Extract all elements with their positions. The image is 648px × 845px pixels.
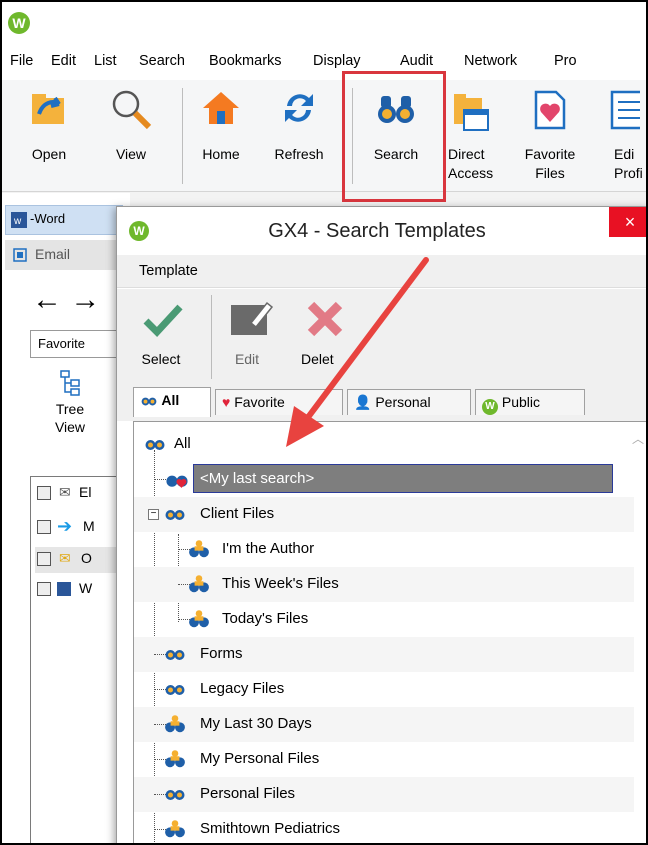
binoculars-icon [165,685,185,695]
tab-personal[interactable]: 👤 Personal [347,389,471,415]
favorite-files-button[interactable]: Favorite Files [518,80,582,190]
title-bar: W [2,2,646,44]
binoculars-icon [145,440,165,450]
email-icon [13,248,27,262]
tree-item-legacy-files[interactable]: Legacy Files [134,672,634,707]
toolbar-separator [211,295,212,379]
home-icon [203,92,239,124]
menu-pro[interactable]: Pro [554,53,577,69]
application-window: W File Edit List Search Bookmarks Displa… [0,0,648,845]
menu-search[interactable]: Search [139,53,185,69]
selected-row: <My last search> [193,464,613,493]
binoculars-icon [165,510,185,520]
tree-view-button[interactable]: Tree View [40,370,100,436]
menu-network[interactable]: Network [464,53,517,69]
menu-file[interactable]: File [10,53,33,69]
personal-search-icon [189,610,209,628]
binoculars-icon [165,650,185,660]
menu-bookmarks[interactable]: Bookmarks [209,53,282,69]
tree-item-this-weeks-files[interactable]: This Week's Files [134,567,634,602]
tree-item-smithtown-pediatrics[interactable]: Smithtown Pediatrics [134,812,634,843]
tree-item-todays-files[interactable]: Today's Files [134,602,634,637]
edit-icon [231,301,273,335]
list-item[interactable]: ✉ O [35,547,125,573]
dialog-title-bar: W GX4 - Search Templates × [117,207,646,255]
menu-audit[interactable]: Audit [400,53,433,69]
file-list: ✉ El ➔ M ✉ O W [30,476,130,843]
dialog-title: GX4 - Search Templates [268,220,486,242]
magnifier-icon [112,90,152,130]
tree-item-all[interactable]: All [134,427,634,462]
refresh-button[interactable]: Refresh [262,80,336,190]
tree-item-client-files[interactable]: − Client Files [134,497,634,532]
dialog-tabs: All ♥ Favorite 👤 Personal W Public [117,381,646,421]
personal-search-icon [165,715,185,733]
svg-text:w: w [13,216,22,227]
personal-search-icon [165,750,185,768]
checkmark-icon [143,304,183,338]
list-item[interactable]: W [35,577,125,603]
profile-icon [610,90,640,130]
personal-search-icon [189,575,209,593]
home-button[interactable]: Home [194,80,248,190]
delete-x-icon [307,301,343,337]
navigation-arrows[interactable]: ← → [32,285,100,315]
menu-bar: File Edit List Search Bookmarks Display … [2,44,646,80]
tab-public[interactable]: W Public [475,389,585,415]
close-button[interactable]: × [609,207,646,237]
folder-window-icon [454,94,489,131]
list-item[interactable]: ✉ El [35,481,125,507]
view-button[interactable]: View [106,80,156,190]
tree-item-my-last-search[interactable]: <My last search> [134,462,634,497]
tab-all[interactable]: All [133,387,211,417]
menu-display[interactable]: Display [313,53,361,69]
tree-view-label: Tree View [54,401,86,435]
select-button[interactable]: Select [131,289,191,379]
email-tab[interactable]: Email [5,240,123,270]
search-highlight-box [342,71,446,202]
menu-list[interactable]: List [94,53,117,69]
menu-template[interactable]: Template [139,263,198,279]
public-icon: W [482,399,498,415]
ribbon-separator [182,88,183,184]
tree-view-icon [60,370,80,396]
direct-access-button[interactable]: Direct Access [442,80,498,190]
search-templates-dialog: W GX4 - Search Templates × Template Sele… [116,206,646,843]
tree-item-im-the-author[interactable]: I'm the Author [134,532,634,567]
tree-item-forms[interactable]: Forms [134,637,634,672]
tree-item-my-personal-files[interactable]: My Personal Files [134,742,634,777]
document-tab-label: -Word [30,211,66,226]
open-folder-icon [32,94,64,124]
person-icon: 👤 [354,394,372,410]
open-button[interactable]: Open [24,80,74,190]
email-tab-label: Email [35,246,71,262]
document-tab[interactable]: w -Word [5,205,123,235]
collapse-icon[interactable]: − [148,509,159,520]
personal-search-icon [165,820,185,838]
template-tree: ︿ All <My last search> − Client Files I'… [133,421,646,843]
menu-edit[interactable]: Edit [51,53,76,69]
favorite-file-icon [534,90,566,130]
delete-button[interactable]: Delet [293,289,355,379]
dialog-toolbar: Select Edit Delet [117,289,646,381]
word-doc-icon: w [11,212,27,228]
dialog-menu-bar: Template [117,255,646,288]
tab-favorites[interactable]: ♥ Favorite [215,389,343,415]
tree-item-personal-files[interactable]: Personal Files [134,777,634,812]
favorite-dropdown[interactable]: Favorite [30,330,130,358]
personal-search-icon [189,540,209,558]
heart-icon: ♥ [222,394,231,410]
app-logo-icon: W [8,12,30,34]
edit-button[interactable]: Edit [225,289,273,379]
tree-item-my-last-30-days[interactable]: My Last 30 Days [134,707,634,742]
binoculars-icon [141,397,157,406]
ribbon-toolbar: Open View Home Refresh Search Direct Acc… [2,80,646,192]
binoculars-icon [165,790,185,800]
edit-profile-button[interactable]: Edi Profi [598,80,646,190]
refresh-icon [285,94,313,122]
favorite-search-icon [166,475,188,488]
list-item[interactable]: ➔ M [35,515,125,541]
